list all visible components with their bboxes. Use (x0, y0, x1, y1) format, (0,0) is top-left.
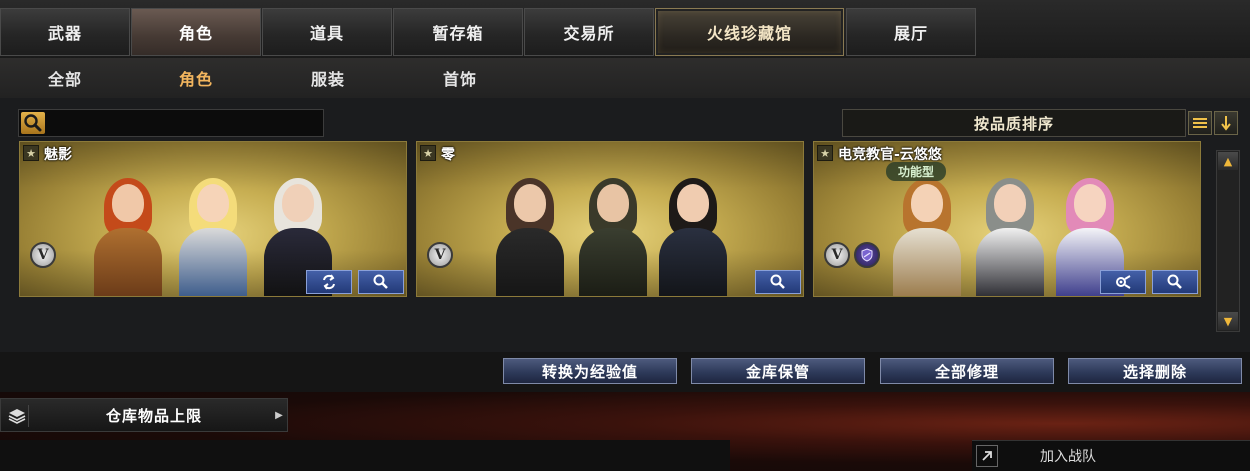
external-link-icon[interactable] (976, 445, 998, 467)
layers-icon (5, 405, 29, 427)
tab-temp-storage[interactable]: 暂存箱 (393, 8, 523, 56)
scroll-down-icon[interactable]: ▼ (1218, 312, 1238, 330)
storage-limit-bar[interactable]: 仓库物品上限 ▶ (0, 398, 288, 432)
subtab-characters[interactable]: 角色 (141, 66, 251, 90)
join-clan-bar[interactable]: 加入战队 (972, 440, 1250, 471)
main-tab-bar: 武器 角色 道具 暂存箱 交易所 火线珍藏馆 展厅 (0, 0, 1250, 60)
repair-all-button[interactable]: 全部修理 (880, 358, 1054, 384)
item-card[interactable]: ★ 电竞教官-云悠悠 功能型 V (813, 141, 1201, 297)
storage-limit-label: 仓库物品上限 (105, 406, 202, 425)
sub-tab-bar: 全部 角色 服装 首饰 (0, 58, 1250, 98)
inspect-button[interactable] (1152, 270, 1198, 294)
shield-badge-icon (854, 242, 880, 268)
bottom-strip (0, 440, 730, 471)
footer: 仓库物品上限 ▶ 加入战队 (0, 392, 1250, 471)
favorite-star-icon[interactable]: ★ (420, 145, 436, 161)
card-title: 零 (441, 147, 455, 163)
inspect-button[interactable] (755, 270, 801, 294)
tab-items[interactable]: 道具 (262, 8, 392, 56)
card-title: 电竞教官-云悠悠 (838, 147, 942, 163)
settings-button[interactable] (1100, 270, 1146, 294)
item-card[interactable]: ★ 魅影 V (19, 141, 407, 297)
tab-collection-hall[interactable]: 火线珍藏馆 (655, 8, 844, 56)
swap-button[interactable] (306, 270, 352, 294)
vertical-scrollbar[interactable]: ▲ ▼ (1216, 150, 1240, 332)
action-bar: 转换为经验值 金库保管 全部修理 选择删除 (0, 352, 1250, 392)
inspect-button[interactable] (358, 270, 404, 294)
sort-direction-icon[interactable] (1214, 111, 1238, 135)
vip-badge-icon: V (427, 242, 453, 268)
join-clan-label: 加入战队 (1040, 449, 1096, 465)
list-view-icon[interactable] (1188, 111, 1212, 135)
search-box (18, 109, 324, 137)
character-portrait (882, 176, 1132, 296)
character-portrait (485, 176, 735, 296)
vip-badge-icon: V (824, 242, 850, 268)
vault-storage-button[interactable]: 金库保管 (691, 358, 865, 384)
search-icon[interactable] (21, 112, 45, 134)
card-title: 魅影 (44, 147, 72, 163)
gear-wrench-icon (1116, 275, 1131, 289)
favorite-star-icon[interactable]: ★ (817, 145, 833, 161)
magnifier-icon (770, 274, 785, 289)
inventory-panel: 按品质排序 ★ 魅影 V ★ 零 V ★ 电竞教官-云悠悠 功能型 V ▲ ▼ … (0, 98, 1250, 392)
subtab-costumes[interactable]: 服装 (273, 66, 383, 90)
swap-icon (323, 274, 335, 290)
feature-tag: 功能型 (886, 162, 947, 181)
tab-exchange[interactable]: 交易所 (524, 8, 654, 56)
character-portrait (88, 176, 338, 296)
item-card[interactable]: ★ 零 V (416, 141, 804, 297)
favorite-star-icon[interactable]: ★ (23, 145, 39, 161)
magnifier-icon (1167, 274, 1182, 289)
subtab-accessories[interactable]: 首饰 (405, 66, 515, 90)
search-input[interactable] (49, 112, 319, 134)
vip-badge-icon: V (30, 242, 56, 268)
subtab-all[interactable]: 全部 (10, 66, 120, 90)
convert-to-exp-button[interactable]: 转换为经验值 (503, 358, 677, 384)
tab-weapons[interactable]: 武器 (0, 8, 130, 56)
tab-showroom[interactable]: 展厅 (846, 8, 976, 56)
scroll-up-icon[interactable]: ▲ (1218, 152, 1238, 170)
chevron-right-icon[interactable]: ▶ (273, 399, 285, 431)
sort-label: 按品质排序 (973, 114, 1054, 133)
select-delete-button[interactable]: 选择删除 (1068, 358, 1242, 384)
tab-characters[interactable]: 角色 (131, 8, 261, 56)
sort-dropdown[interactable]: 按品质排序 (842, 109, 1186, 137)
magnifier-icon (373, 274, 388, 289)
